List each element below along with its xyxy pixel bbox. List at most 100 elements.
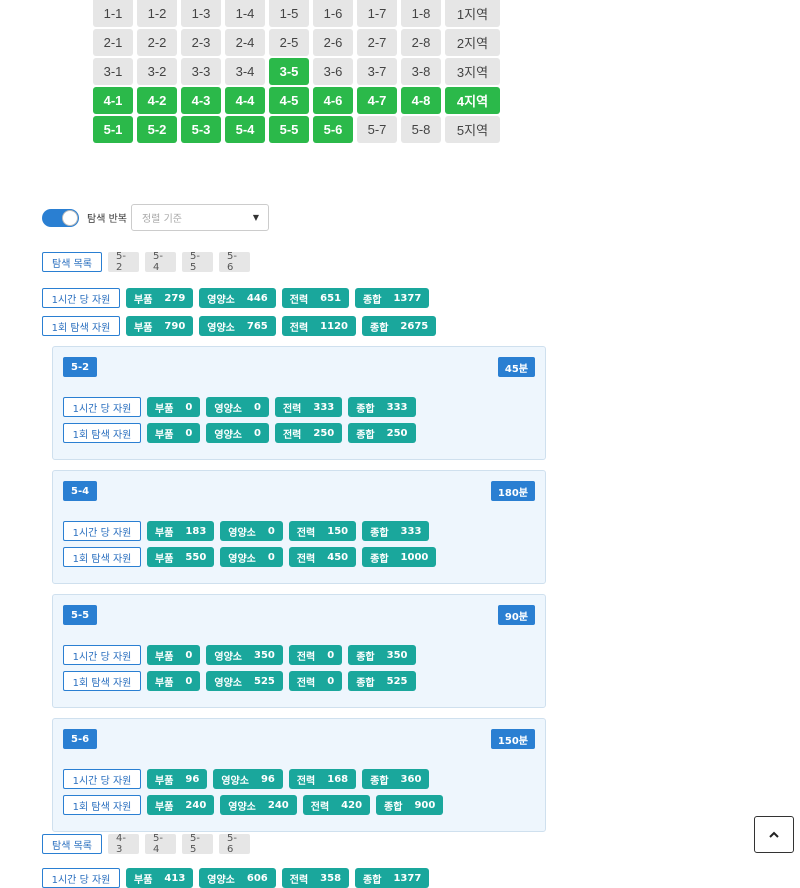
parts-badge: 부품 550	[147, 547, 215, 567]
region-button[interactable]: 2지역	[445, 29, 500, 56]
grid-row-2: 2-1 2-2 2-3 2-4 2-5 2-6 2-7 2-8 2지역	[93, 29, 504, 58]
per-hour-label: 1시간 당 자원	[63, 397, 141, 417]
area-cell[interactable]: 5-2	[137, 116, 177, 143]
total-badge: 종합 2675	[362, 316, 437, 336]
area-cell[interactable]: 3-2	[137, 58, 177, 85]
list-chip[interactable]: 5-2	[108, 251, 139, 273]
list-chip[interactable]: 5-4	[145, 251, 176, 273]
per-run-label: 1회 탐색 자원	[63, 423, 141, 443]
area-cell[interactable]: 2-3	[181, 29, 221, 56]
area-cell[interactable]: 3-4	[225, 58, 265, 85]
area-cell[interactable]: 2-8	[401, 29, 441, 56]
list-chip[interactable]: 5-6	[219, 833, 250, 855]
panel-area-tag: 5-6	[63, 729, 98, 749]
search-list-row: 탐색 목록 5-2 5-4 5-5 5-6	[42, 251, 250, 273]
area-cell[interactable]: 5-7	[357, 116, 397, 143]
area-cell[interactable]: 3-3	[181, 58, 221, 85]
per-hour-label: 1시간 당 자원	[63, 521, 141, 541]
total-badge: 종합 333	[362, 521, 430, 541]
panel-per-run-row: 1회 탐색 자원 부품 240 영양소 240 전력 420 종합 900	[63, 795, 444, 815]
panel-time-badge: 45분	[497, 357, 535, 377]
panel-area-tag: 5-5	[63, 605, 98, 625]
power-badge: 전력 651	[281, 288, 350, 308]
area-cell[interactable]: 5-3	[181, 116, 221, 143]
area-cell[interactable]: 2-4	[225, 29, 265, 56]
area-cell[interactable]: 1-6	[313, 0, 353, 27]
list-chip[interactable]: 5-5	[182, 251, 213, 273]
controls-row: 탐색 반복 정렬 기준 ▼	[42, 204, 269, 231]
parts-badge: 부품 279	[126, 288, 194, 308]
per-hour-label: 1시간 당 자원	[63, 769, 141, 789]
area-cell[interactable]: 3-6	[313, 58, 353, 85]
power-badge: 전력 1120	[281, 316, 357, 336]
region-button[interactable]: 5지역	[445, 116, 500, 143]
area-panel: 5-4 180분 1시간 당 자원 부품 183 영양소 0 전력 150 종합 333…	[52, 470, 546, 584]
area-cell[interactable]: 2-7	[357, 29, 397, 56]
list-chip[interactable]: 4-3	[108, 833, 139, 855]
area-grid: 1-1 1-2 1-3 1-4 1-5 1-6 1-7 1-8 1지역 2-1 …	[93, 0, 504, 145]
repeat-toggle[interactable]	[42, 208, 79, 227]
area-cell[interactable]: 4-4	[225, 87, 265, 114]
parts-badge: 부품 0	[147, 671, 201, 691]
nutrient-badge: 영양소 0	[206, 397, 269, 417]
sort-select-placeholder: 정렬 기준	[141, 214, 182, 225]
area-cell[interactable]: 1-5	[269, 0, 309, 27]
nutrient-badge: 영양소 446	[199, 288, 276, 308]
summary-per-hour-row: 1시간 당 자원 부품 413 영양소 606 전력 358 종합 1377	[42, 868, 430, 888]
area-cell[interactable]: 5-5	[269, 116, 309, 143]
area-cell[interactable]: 4-2	[137, 87, 177, 114]
area-cell[interactable]: 1-4	[225, 0, 265, 27]
area-cell[interactable]: 4-5	[269, 87, 309, 114]
area-cell[interactable]: 1-8	[401, 0, 441, 27]
nutrient-badge: 영양소 0	[220, 547, 283, 567]
panel-per-hour-row: 1시간 당 자원 부품 0 영양소 0 전력 333 종합 333	[63, 397, 416, 417]
region-button[interactable]: 1지역	[445, 0, 500, 27]
area-cell[interactable]: 2-6	[313, 29, 353, 56]
area-cell[interactable]: 3-8	[401, 58, 441, 85]
area-cell[interactable]: 3-5	[269, 58, 309, 85]
panel-per-run-row: 1회 탐색 자원 부품 550 영양소 0 전력 450 종합 1000	[63, 547, 437, 567]
parts-badge: 부품 96	[147, 769, 208, 789]
area-cell[interactable]: 4-8	[401, 87, 441, 114]
region-button[interactable]: 4지역	[445, 87, 500, 114]
summary-per-hour-row: 1시간 당 자원 부품 279 영양소 446 전력 651 종합 1377	[42, 288, 430, 308]
area-cell[interactable]: 3-1	[93, 58, 133, 85]
per-hour-label: 1시간 당 자원	[42, 868, 120, 888]
power-badge: 전력 420	[302, 795, 371, 815]
list-chip[interactable]: 5-6	[219, 251, 250, 273]
area-cell[interactable]: 4-3	[181, 87, 221, 114]
area-cell[interactable]: 1-3	[181, 0, 221, 27]
power-badge: 전력 0	[288, 645, 343, 665]
toggle-knob	[62, 209, 78, 226]
area-cell[interactable]: 1-2	[137, 0, 177, 27]
area-cell[interactable]: 4-6	[313, 87, 353, 114]
area-cell[interactable]: 5-6	[313, 116, 353, 143]
nutrient-badge: 영양소 765	[199, 316, 276, 336]
search-list-label: 탐색 목록	[42, 834, 102, 854]
grid-row-1: 1-1 1-2 1-3 1-4 1-5 1-6 1-7 1-8 1지역	[93, 0, 504, 29]
area-cell[interactable]: 5-4	[225, 116, 265, 143]
list-chip[interactable]: 5-5	[182, 833, 213, 855]
panel-per-run-row: 1회 탐색 자원 부품 0 영양소 0 전력 250 종합 250	[63, 423, 416, 443]
area-cell[interactable]: 4-1	[93, 87, 133, 114]
area-cell[interactable]: 5-1	[93, 116, 133, 143]
area-cell[interactable]: 2-2	[137, 29, 177, 56]
per-run-label: 1회 탐색 자원	[42, 316, 120, 336]
scroll-top-button[interactable]	[754, 816, 794, 853]
area-cell[interactable]: 2-5	[269, 29, 309, 56]
region-button[interactable]: 3지역	[445, 58, 500, 85]
area-cell[interactable]: 5-8	[401, 116, 441, 143]
list-chip[interactable]: 5-4	[145, 833, 176, 855]
panel-per-hour-row: 1시간 당 자원 부품 0 영양소 350 전력 0 종합 350	[63, 645, 416, 665]
area-panel: 5-2 45분 1시간 당 자원 부품 0 영양소 0 전력 333 종합 333 1회…	[52, 346, 546, 460]
area-cell[interactable]: 2-1	[93, 29, 133, 56]
area-cell[interactable]: 4-7	[357, 87, 397, 114]
area-cell[interactable]: 3-7	[357, 58, 397, 85]
area-cell[interactable]: 1-7	[357, 0, 397, 27]
panel-time-badge: 90분	[497, 605, 535, 625]
sort-select[interactable]: 정렬 기준 ▼	[130, 204, 269, 231]
area-cell[interactable]: 1-1	[93, 0, 133, 27]
area-panel: 5-5 90분 1시간 당 자원 부품 0 영양소 350 전력 0 종합 350 1회…	[52, 594, 546, 708]
parts-badge: 부품 0	[147, 423, 201, 443]
per-run-label: 1회 탐색 자원	[63, 671, 141, 691]
